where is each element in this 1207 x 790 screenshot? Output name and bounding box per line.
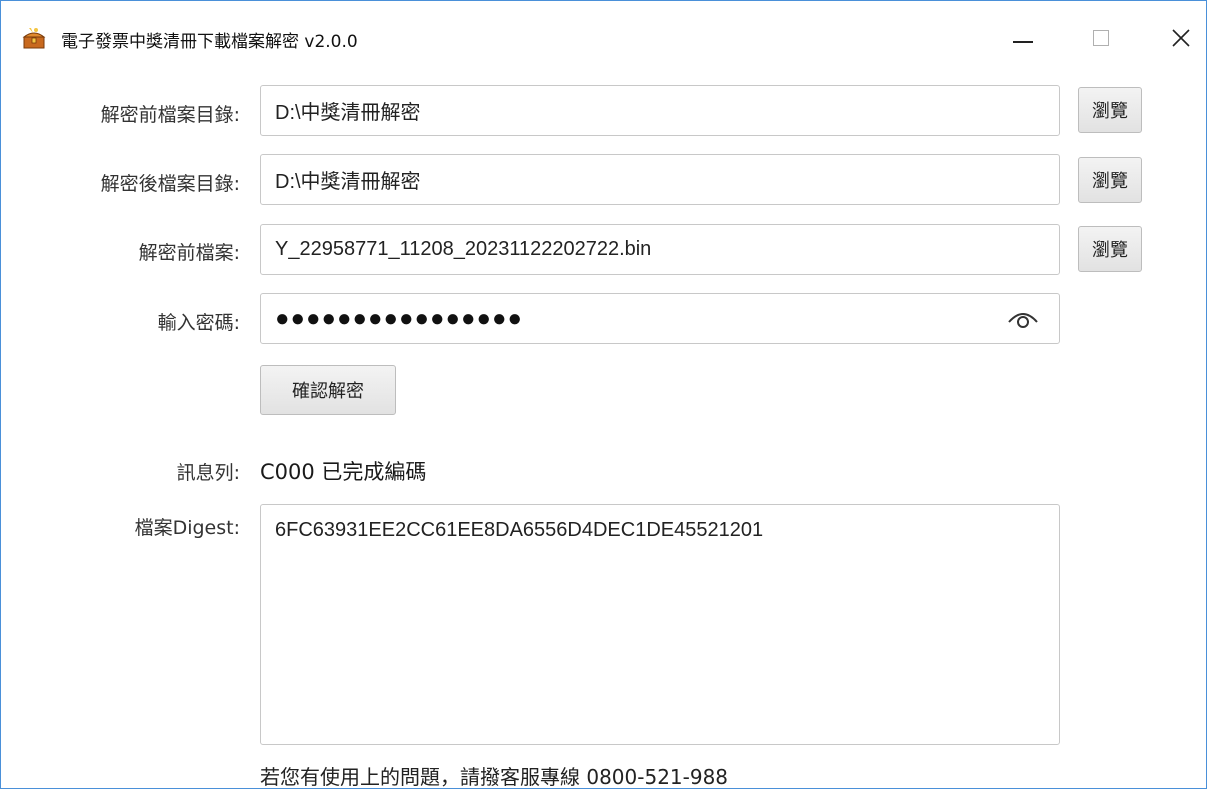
target-dir-browse-button[interactable]: 瀏覽 <box>1078 157 1142 203</box>
source-file-value: Y_22958771_11208_20231122202722.bin <box>275 238 652 260</box>
minimize-icon <box>1013 41 1033 43</box>
password-masked-value: ●●●●●●●●●●●●●●●● <box>275 304 523 332</box>
target-dir-input[interactable]: D:\中獎清冊解密 <box>260 154 1060 205</box>
confirm-decrypt-button[interactable]: 確認解密 <box>260 365 396 415</box>
password-input[interactable]: ●●●●●●●●●●●●●●●● <box>260 293 1060 344</box>
title-bar: 電子發票中獎清冊下載檔案解密 v2.0.0 <box>1 1 1206 75</box>
target-dir-value: D:\中獎清冊解密 <box>275 171 421 193</box>
help-text: 若您有使用上的問題，請撥客服專線 0800-521-988 <box>260 765 729 789</box>
source-file-label: 解密前檔案: <box>138 242 240 264</box>
source-dir-value: D:\中獎清冊解密 <box>275 102 421 124</box>
source-dir-browse-button[interactable]: 瀏覽 <box>1078 87 1142 133</box>
source-dir-label: 解密前檔案目錄: <box>100 104 240 126</box>
source-dir-input[interactable]: D:\中獎清冊解密 <box>260 85 1060 136</box>
close-button[interactable] <box>1156 19 1206 57</box>
source-file-browse-button[interactable]: 瀏覽 <box>1078 226 1142 272</box>
status-label: 訊息列: <box>176 462 240 484</box>
eye-icon[interactable] <box>1007 308 1039 330</box>
status-message: C000 已完成編碼 <box>260 460 427 484</box>
digest-value: 6FC63931EE2CC61EE8DA6556D4DEC1DE45521201 <box>275 519 764 541</box>
maximize-button[interactable] <box>1076 19 1126 57</box>
treasure-chest-icon <box>21 25 47 51</box>
digest-label: 檔案Digest: <box>134 517 240 539</box>
window-title: 電子發票中獎清冊下載檔案解密 v2.0.0 <box>61 32 358 52</box>
target-dir-label: 解密後檔案目錄: <box>100 173 240 195</box>
password-label: 輸入密碼: <box>157 312 240 334</box>
app-window: 電子發票中獎清冊下載檔案解密 v2.0.0 解密前檔案目錄: D:\中獎清冊解密… <box>0 0 1207 789</box>
digest-textarea[interactable]: 6FC63931EE2CC61EE8DA6556D4DEC1DE45521201 <box>260 504 1060 745</box>
source-file-input[interactable]: Y_22958771_11208_20231122202722.bin <box>260 224 1060 275</box>
minimize-button[interactable] <box>998 19 1048 57</box>
close-icon <box>1172 29 1190 47</box>
maximize-icon <box>1093 30 1109 46</box>
